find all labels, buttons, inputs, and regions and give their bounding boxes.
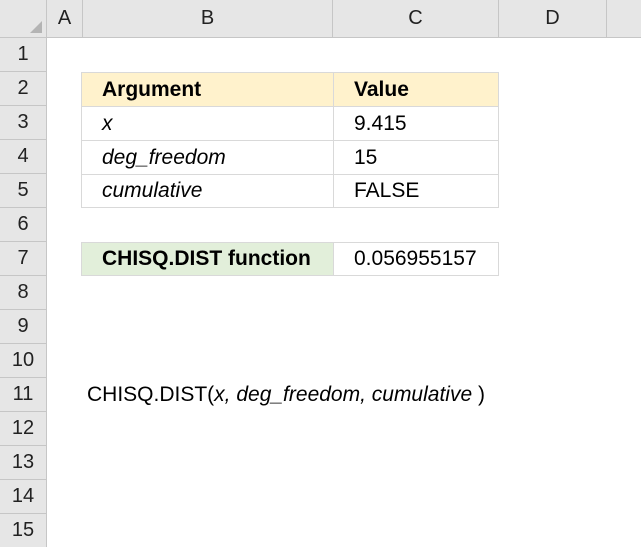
argument-x-cell[interactable]: x	[81, 106, 334, 141]
row-header-13[interactable]: 13	[0, 446, 47, 480]
column-header-c[interactable]: C	[333, 0, 499, 38]
header-value-cell[interactable]: Value	[333, 72, 499, 107]
row-header-15[interactable]: 15	[0, 514, 47, 547]
row-header-7[interactable]: 7	[0, 242, 47, 276]
argument-deg-freedom-cell[interactable]: deg_freedom	[81, 140, 334, 175]
row-header-2[interactable]: 2	[0, 72, 47, 106]
select-all-corner[interactable]	[0, 0, 47, 38]
column-header-e-partial[interactable]	[607, 0, 641, 38]
row-header-6[interactable]: 6	[0, 208, 47, 242]
row-header-4[interactable]: 4	[0, 140, 47, 174]
row-header-1[interactable]: 1	[0, 38, 47, 72]
argument-cumulative-cell[interactable]: cumulative	[81, 174, 334, 208]
row-header-3[interactable]: 3	[0, 106, 47, 140]
spreadsheet: A B C D 1 2 3 4 5 6 7 8 9 10 11 12 13 14…	[0, 0, 641, 547]
column-header-b[interactable]: B	[83, 0, 333, 38]
function-result-cell[interactable]: 0.056955157	[333, 242, 499, 276]
column-header-a[interactable]: A	[47, 0, 83, 38]
row-header-5[interactable]: 5	[0, 174, 47, 208]
row-header-9[interactable]: 9	[0, 310, 47, 344]
value-deg-freedom-cell[interactable]: 15	[333, 140, 499, 175]
select-all-triangle-icon	[30, 21, 42, 33]
syntax-close-paren: )	[472, 383, 485, 406]
row-header-12[interactable]: 12	[0, 412, 47, 446]
syntax-text-cell[interactable]: CHISQ.DIST(x, deg_freedom, cumulative )	[87, 378, 485, 412]
row-header-8[interactable]: 8	[0, 276, 47, 310]
syntax-arguments: x, deg_freedom, cumulative	[214, 383, 473, 406]
syntax-function-name: CHISQ.DIST(	[87, 383, 215, 406]
value-x-cell[interactable]: 9.415	[333, 106, 499, 141]
function-label-cell[interactable]: CHISQ.DIST function	[81, 242, 334, 276]
header-argument-cell[interactable]: Argument	[81, 72, 334, 107]
row-header-11[interactable]: 11	[0, 378, 47, 412]
row-header-14[interactable]: 14	[0, 480, 47, 514]
value-cumulative-cell[interactable]: FALSE	[333, 174, 499, 208]
row-header-10[interactable]: 10	[0, 344, 47, 378]
column-header-d[interactable]: D	[499, 0, 607, 38]
